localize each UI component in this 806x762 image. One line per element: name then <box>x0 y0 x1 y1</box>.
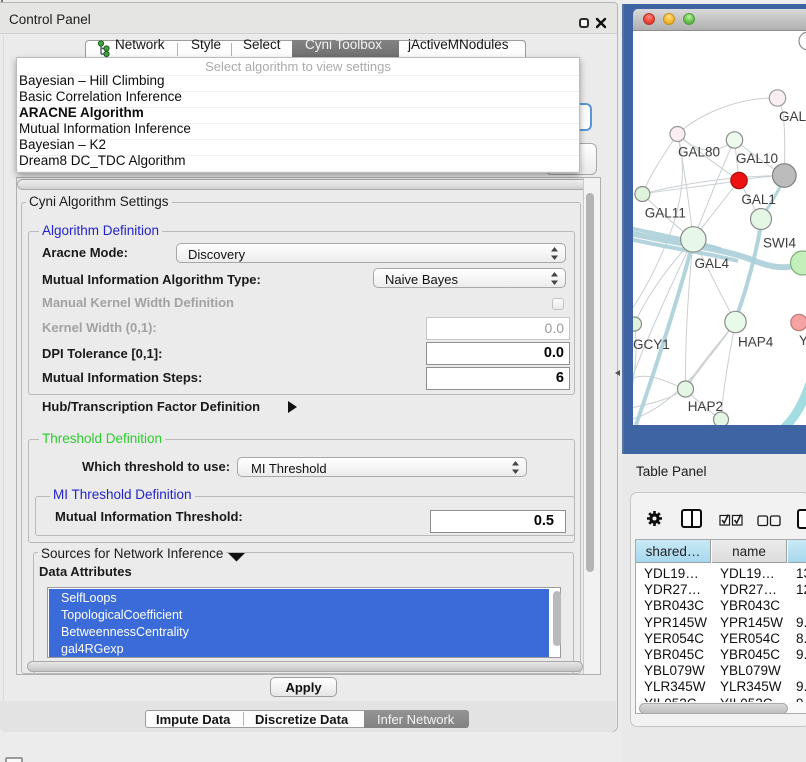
svg-text:Y: Y <box>799 333 806 348</box>
svg-text:SWI4: SWI4 <box>763 236 796 251</box>
svg-text:GAL7: GAL7 <box>779 109 806 124</box>
svg-text:GAL10: GAL10 <box>736 151 778 166</box>
svg-text:GAL1: GAL1 <box>741 192 776 207</box>
svg-text:GAL4: GAL4 <box>695 256 730 271</box>
svg-text:GAL80: GAL80 <box>678 145 720 160</box>
svg-text:GCY1: GCY1 <box>633 337 670 352</box>
svg-text:HAP4: HAP4 <box>738 335 774 350</box>
svg-text:GAL11: GAL11 <box>645 206 686 221</box>
svg-text:HAP2: HAP2 <box>688 399 723 414</box>
